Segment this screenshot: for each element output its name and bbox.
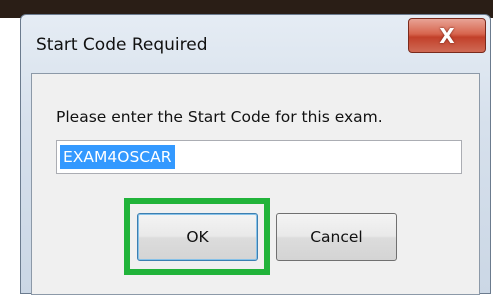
ok-button[interactable]: OK [137, 213, 258, 261]
cancel-button[interactable]: Cancel [276, 213, 397, 261]
dialog-title: Start Code Required [36, 35, 208, 55]
close-button[interactable]: X [408, 18, 486, 53]
prompt-label: Please enter the Start Code for this exa… [56, 108, 383, 126]
start-code-input[interactable]: EXAM4OSCAR [56, 140, 462, 174]
start-code-dialog: Start Code Required X Please enter the S… [20, 14, 491, 295]
dialog-body: Please enter the Start Code for this exa… [31, 73, 480, 295]
dialog-titlebar[interactable]: Start Code Required X [21, 15, 490, 67]
start-code-value: EXAM4OSCAR [60, 145, 175, 169]
close-icon: X [439, 23, 455, 48]
